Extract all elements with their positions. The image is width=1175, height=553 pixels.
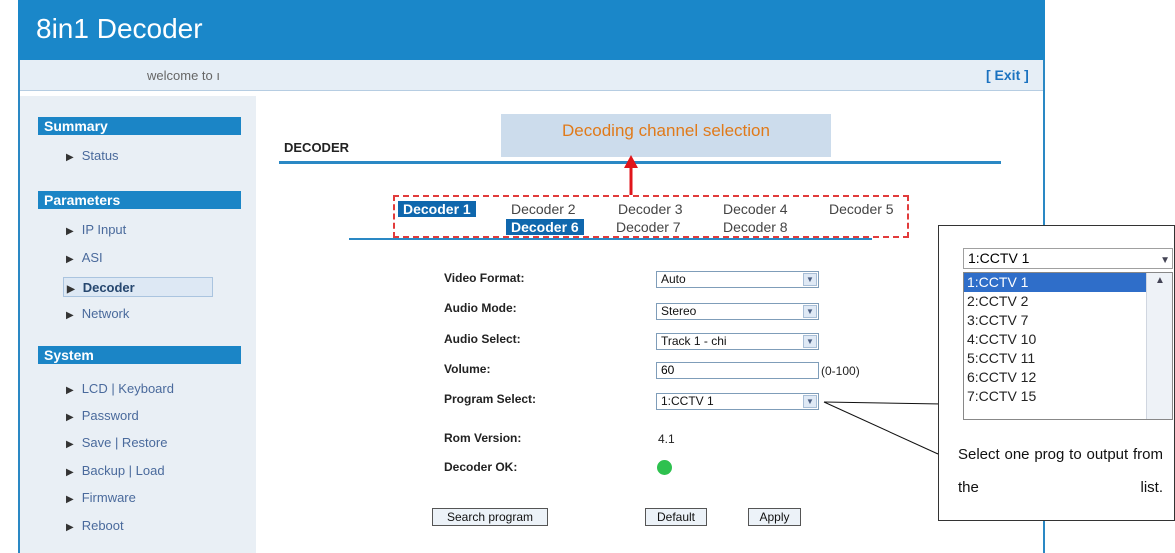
annotation-text: Select one prog to output from the list. xyxy=(958,446,1163,496)
chevron-down-icon: ▼ xyxy=(1160,255,1170,266)
dropdown-option[interactable]: 1:CCTV 1 xyxy=(964,273,1149,292)
dropdown-option[interactable]: 7:CCTV 15 xyxy=(964,387,1149,406)
chevron-up-icon[interactable]: ▲ xyxy=(1148,273,1172,289)
dropdown-option[interactable]: 3:CCTV 7 xyxy=(964,311,1149,330)
dropdown-scrollbar[interactable]: ▲ xyxy=(1146,273,1172,419)
dropdown-option[interactable]: 2:CCTV 2 xyxy=(964,292,1149,311)
dropdown-option[interactable]: 4:CCTV 10 xyxy=(964,330,1149,349)
program-dropdown-header[interactable]: 1:CCTV 1 ▼ xyxy=(963,248,1173,269)
dropdown-option[interactable]: 5:CCTV 11 xyxy=(964,349,1149,368)
program-dropdown-list[interactable]: 1:CCTV 1 2:CCTV 2 3:CCTV 7 4:CCTV 10 5:C… xyxy=(963,272,1173,420)
dropdown-option[interactable]: 6:CCTV 12 xyxy=(964,368,1149,387)
